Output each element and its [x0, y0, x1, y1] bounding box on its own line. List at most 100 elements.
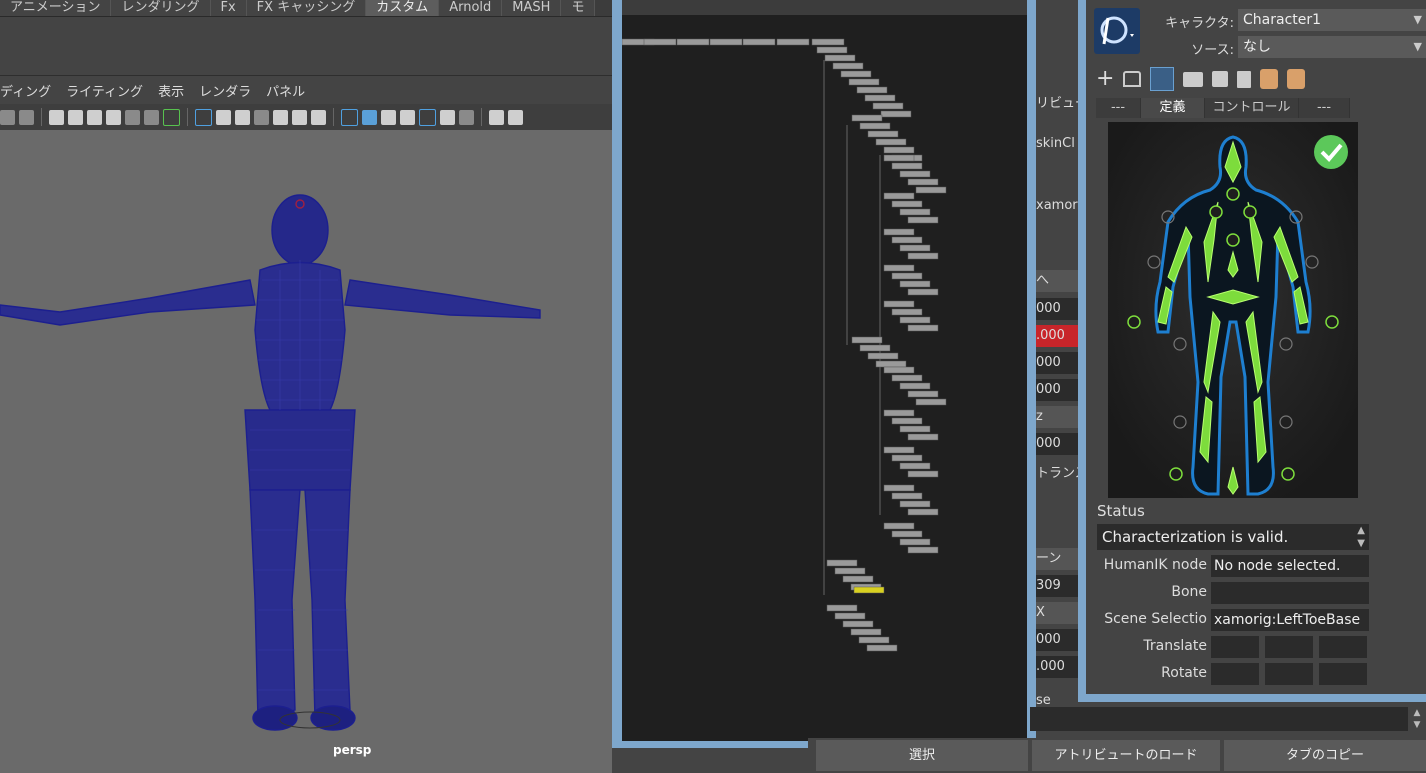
textured-icon[interactable] [381, 109, 396, 125]
joint-node[interactable] [883, 522, 915, 530]
joint-node[interactable] [875, 138, 907, 146]
camera-attr-icon[interactable] [19, 109, 34, 125]
joint-node[interactable] [891, 454, 923, 462]
joint-node[interactable] [883, 154, 915, 162]
joint-node[interactable] [851, 114, 883, 122]
shelf-tab-active[interactable]: カスタム [366, 0, 440, 16]
joint-node[interactable] [824, 54, 856, 62]
joint-node[interactable] [776, 38, 810, 46]
field-chart-icon[interactable] [273, 109, 288, 125]
select-button[interactable]: 選択 [816, 740, 1028, 771]
wireframe-on-shaded-icon[interactable] [400, 109, 415, 125]
joint-node[interactable] [834, 567, 866, 575]
camera-bookmark-icon[interactable] [87, 109, 102, 125]
joint-node[interactable] [883, 300, 915, 308]
rotate-z-field[interactable] [1319, 663, 1367, 685]
viewport[interactable] [0, 130, 612, 773]
joint-node[interactable] [907, 508, 939, 516]
scroll-arrows-icon[interactable]: ▲ ▼ [1408, 707, 1426, 731]
humanik-node-field[interactable]: No node selected. [1211, 555, 1369, 577]
camera-lock-icon[interactable] [68, 109, 83, 125]
attr-value-field[interactable]: 000 [1036, 352, 1078, 374]
viewport-menu-lighting[interactable]: ライティング [66, 82, 143, 104]
shelf-tab[interactable]: Fx [210, 0, 247, 16]
attr-header[interactable]: へ [1036, 270, 1078, 292]
joint-node[interactable] [891, 200, 923, 208]
wireframe-icon[interactable] [341, 108, 358, 126]
translate-x-field[interactable] [1211, 636, 1259, 658]
scroll-arrows-icon[interactable]: ▲ ▼ [1357, 524, 1365, 550]
joint-node[interactable] [899, 500, 931, 508]
image-plane-icon[interactable] [125, 109, 140, 125]
viewport-menu-shading[interactable]: ディング [0, 82, 51, 104]
joint-node[interactable] [832, 62, 864, 70]
shaded-icon[interactable] [362, 109, 377, 125]
joint-node[interactable] [834, 612, 866, 620]
joint-node[interactable] [899, 244, 931, 252]
viewport-menu-renderer[interactable]: レンダラ [199, 82, 251, 104]
attr-value-field[interactable]: 000 [1036, 433, 1078, 455]
shadows-icon[interactable] [459, 109, 474, 125]
mirror-pose-icon[interactable] [1260, 69, 1279, 89]
attr-value-field[interactable]: 309 [1036, 575, 1078, 597]
tab-blank[interactable]: --- [1299, 98, 1350, 118]
joint-node[interactable] [872, 102, 904, 110]
joint-node[interactable] [907, 216, 939, 224]
select-camera-icon[interactable] [0, 109, 15, 125]
joint-node[interactable] [891, 272, 923, 280]
rotate-y-field[interactable] [1265, 663, 1313, 685]
safe-action-icon[interactable] [292, 109, 307, 125]
joint-node[interactable] [826, 559, 858, 567]
joint-node[interactable] [859, 122, 891, 130]
safe-title-icon[interactable] [311, 109, 326, 125]
grid-icon[interactable] [195, 108, 212, 126]
joint-node[interactable] [883, 264, 915, 272]
joint-node[interactable] [676, 38, 710, 46]
tab-definition[interactable]: 定義 [1141, 98, 1205, 118]
source-dropdown[interactable]: なし ▼ [1238, 36, 1426, 58]
joint-node[interactable] [891, 492, 923, 500]
joint-node[interactable] [883, 228, 915, 236]
joint-node[interactable] [891, 530, 923, 538]
attr-value-field[interactable]: .000 [1036, 656, 1078, 678]
camera-icon[interactable] [49, 109, 64, 125]
shelf-tab[interactable]: モ [561, 0, 596, 16]
attr-value-field-highlighted[interactable]: .000 [1036, 325, 1078, 347]
joint-node[interactable] [899, 208, 931, 216]
joint-node[interactable] [899, 382, 931, 390]
copy-tab-button[interactable]: タブのコピー [1224, 740, 1426, 771]
attr-value-field[interactable]: 000 [1036, 298, 1078, 320]
shelf-tab[interactable]: Arnold [439, 0, 503, 16]
joint-node[interactable] [891, 162, 923, 170]
joint-node[interactable] [880, 110, 912, 118]
grease-pencil-icon[interactable] [163, 108, 180, 126]
joint-node-selected[interactable] [853, 586, 885, 594]
xray-icon[interactable] [419, 108, 436, 126]
joint-node[interactable] [915, 186, 947, 194]
2d-pan-icon[interactable] [144, 109, 159, 125]
translate-y-field[interactable] [1265, 636, 1313, 658]
joint-node[interactable] [907, 324, 939, 332]
joint-node[interactable] [883, 484, 915, 492]
joint-node[interactable] [883, 409, 915, 417]
motion-blur-icon[interactable] [508, 109, 523, 125]
character-definition-figure[interactable] [1108, 122, 1358, 498]
joint-node[interactable] [866, 644, 898, 652]
joint-node[interactable] [907, 470, 939, 478]
joint-node[interactable] [850, 628, 882, 636]
joint-node[interactable] [883, 146, 915, 154]
joint-node[interactable] [899, 425, 931, 433]
viewport-menu-panels[interactable]: パネル [266, 82, 305, 104]
hik-logo-icon[interactable] [1094, 8, 1140, 54]
scene-selection-field[interactable]: xamorig:LeftToeBase [1211, 609, 1369, 631]
joint-node[interactable] [840, 70, 872, 78]
folder-icon[interactable] [1183, 71, 1204, 87]
tab-blank[interactable]: --- [1096, 98, 1141, 118]
hypergraph-panel[interactable] [622, 15, 1027, 741]
joint-node[interactable] [899, 538, 931, 546]
viewport-menu-show[interactable]: 表示 [158, 82, 184, 104]
joint-node[interactable] [891, 374, 923, 382]
bookmark-icon[interactable] [106, 109, 121, 125]
status-field[interactable]: Characterization is valid. ▲ ▼ [1097, 524, 1369, 550]
load-attributes-button[interactable]: アトリビュートのロード [1032, 740, 1220, 771]
